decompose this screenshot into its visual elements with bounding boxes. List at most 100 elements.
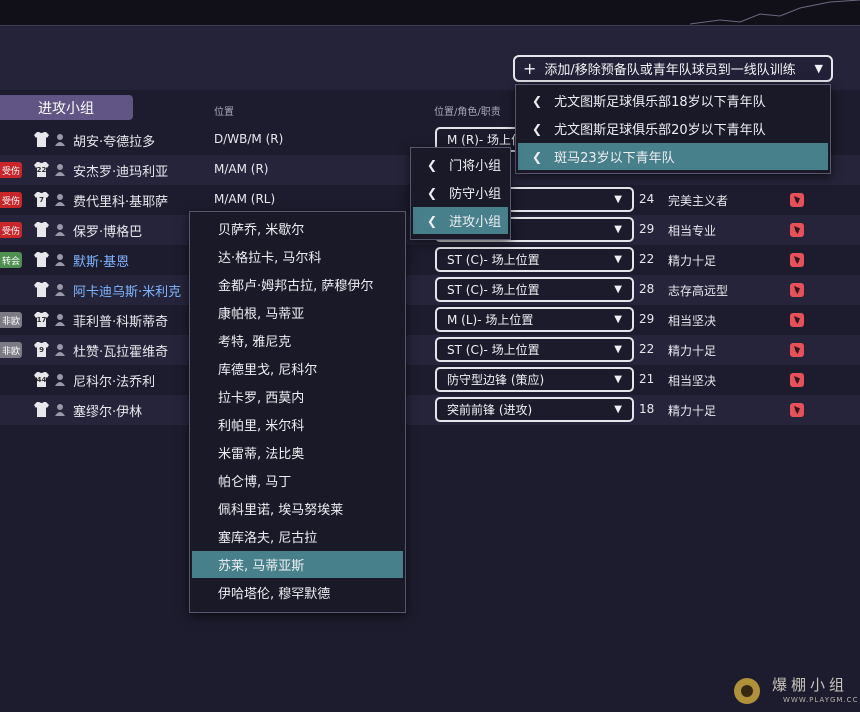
- player_menu-item[interactable]: 康帕根, 马蒂亚: [192, 299, 403, 326]
- plus-icon: +: [523, 58, 537, 78]
- player-personality: 精力十足: [668, 344, 717, 358]
- chevron-left-icon: ❮: [532, 93, 543, 108]
- header-graphic-icon: [690, 0, 860, 25]
- action-icon[interactable]: [790, 223, 804, 237]
- player-name[interactable]: 塞缪尔·伊林: [73, 401, 142, 420]
- chevron-down-icon: ▼: [614, 284, 622, 295]
- player_menu-item-label: 帕仑博, 马丁: [218, 475, 292, 490]
- unit_menu-item-label: 门将小组: [449, 159, 502, 174]
- player-row[interactable]: 阿卡迪乌斯·米利克 ST (C)- 场上位置 ▼ 28 志存高远型: [0, 275, 860, 305]
- person-icon: [55, 283, 65, 296]
- action-icon[interactable]: [790, 283, 804, 297]
- role-select[interactable]: M (L)- 场上位置 ▼: [435, 307, 634, 332]
- watermark-url: WWW.PLAYGM.CC: [783, 696, 859, 704]
- player-row[interactable]: 非欧 9 杜赞·瓦拉霍维奇 ST (C)- 场上位置 ▼ 22 精力十足: [0, 335, 860, 365]
- shirt-icon: [33, 131, 50, 148]
- player_menu-item[interactable]: 金都卢·姆邦古拉, 萨穆伊尔: [192, 271, 403, 298]
- status-badge: 受伤: [0, 222, 22, 238]
- top-bar: [0, 0, 860, 26]
- action-icon[interactable]: [790, 313, 804, 327]
- player-position: D/WB/M (R): [214, 132, 284, 146]
- role-select[interactable]: 突前前锋 (进攻) ▼: [435, 397, 634, 422]
- squad_menu-item[interactable]: ❮ 斑马23岁以下青年队: [518, 143, 828, 170]
- player-age: 22: [639, 342, 655, 356]
- unit-submenu: ❮ 门将小组 ❮ 防守小组 ❮ 进攻小组: [410, 147, 511, 240]
- player-row[interactable]: 非欧 17 菲利普·科斯蒂奇 M (L)- 场上位置 ▼ 29 相当坚决: [0, 305, 860, 335]
- group-tab[interactable]: 进攻小组: [0, 95, 133, 120]
- unit_menu-item[interactable]: ❮ 进攻小组: [413, 207, 508, 234]
- player-age: 29: [639, 312, 655, 326]
- squad_menu-item-label: 尤文图斯足球俱乐部18岁以下青年队: [554, 95, 766, 110]
- player_menu-item-label: 库德里戈, 尼科尔: [218, 363, 318, 378]
- player_menu-item[interactable]: 达·格拉卡, 马尔科: [192, 243, 403, 270]
- action-icon[interactable]: [790, 253, 804, 267]
- chevron-down-icon: ▼: [814, 62, 823, 75]
- person-icon: [55, 163, 65, 176]
- shirt-number: 44: [36, 376, 47, 384]
- role-select-label: 突前前锋 (进攻): [447, 403, 533, 417]
- player-name[interactable]: 阿卡迪乌斯·米利克: [73, 281, 181, 300]
- player-name[interactable]: 保罗·博格巴: [73, 221, 142, 240]
- role-select[interactable]: ST (C)- 场上位置 ▼: [435, 247, 634, 272]
- player-name[interactable]: 默斯·基恩: [73, 251, 129, 270]
- player-personality: 相当坚决: [668, 314, 717, 328]
- player_menu-item[interactable]: 塞库洛夫, 尼古拉: [192, 523, 403, 550]
- player_menu-item[interactable]: 库德里戈, 尼科尔: [192, 355, 403, 382]
- player-name[interactable]: 安杰罗·迪玛利亚: [73, 161, 168, 180]
- unit_menu-item-label: 防守小组: [449, 187, 502, 202]
- role-duty-column-header[interactable]: 位置/角色/职责: [434, 103, 501, 118]
- squad_menu-item[interactable]: ❮ 尤文图斯足球俱乐部20岁以下青年队: [518, 115, 828, 142]
- status-badge: 转会: [0, 252, 22, 268]
- role-select[interactable]: 防守型边锋 (策应) ▼: [435, 367, 634, 392]
- role-select[interactable]: ST (C)- 场上位置 ▼: [435, 277, 634, 302]
- player-submenu: 贝萨乔, 米歇尔 达·格拉卡, 马尔科 金都卢·姆邦古拉, 萨穆伊尔康帕根, 马蒂亚…: [189, 211, 406, 613]
- person-icon: [55, 223, 65, 236]
- player_menu-item-label: 考特, 雅尼克: [218, 335, 292, 350]
- player-name[interactable]: 胡安·夸德拉多: [73, 131, 155, 150]
- role-select[interactable]: ST (C)- 场上位置 ▼: [435, 337, 634, 362]
- player-name[interactable]: 杜赞·瓦拉霍维奇: [73, 341, 168, 360]
- player-age: 22: [639, 252, 655, 266]
- role-select-label: ST (C)- 场上位置: [447, 283, 540, 297]
- chevron-left-icon: ❮: [532, 121, 543, 136]
- player_menu-item-label: 苏莱, 马蒂亚斯: [218, 559, 305, 574]
- player_menu-item[interactable]: 伊哈塔伦, 穆罕默德: [192, 579, 403, 606]
- player-personality: 相当坚决: [668, 374, 717, 388]
- player-row[interactable]: 塞缪尔·伊林 突前前锋 (进攻) ▼ 18 精力十足: [0, 395, 860, 425]
- unit_menu-item[interactable]: ❮ 防守小组: [413, 179, 508, 206]
- chevron-left-icon: ❮: [427, 213, 438, 228]
- player-name[interactable]: 费代里科·基耶萨: [73, 191, 168, 210]
- add-remove-youth-button[interactable]: + 添加/移除预备队或青年队球员到一线队训练 ▼: [513, 55, 833, 82]
- watermark-text: 爆棚小组: [772, 676, 849, 694]
- unit_menu-item[interactable]: ❮ 门将小组: [413, 151, 508, 178]
- position-column-header[interactable]: 位置: [214, 103, 234, 118]
- action-icon[interactable]: [790, 373, 804, 387]
- player_menu-item[interactable]: 苏莱, 马蒂亚斯: [192, 551, 403, 578]
- player-age: 28: [639, 282, 655, 296]
- action-icon[interactable]: [790, 343, 804, 357]
- player_menu-item[interactable]: 帕仑博, 马丁: [192, 467, 403, 494]
- player-age: 18: [639, 402, 655, 416]
- shirt-icon: 44: [33, 371, 50, 388]
- player-row[interactable]: 44 尼科尔·法乔利 防守型边锋 (策应) ▼ 21 相当坚决: [0, 365, 860, 395]
- player-name[interactable]: 尼科尔·法乔利: [73, 371, 155, 390]
- person-icon: [55, 403, 65, 416]
- squad_menu-item[interactable]: ❮ 尤文图斯足球俱乐部18岁以下青年队: [518, 87, 828, 114]
- player_menu-item[interactable]: 佩科里诺, 埃马努埃莱: [192, 495, 403, 522]
- player_menu-item[interactable]: 利帕里, 米尔科: [192, 411, 403, 438]
- player-row[interactable]: 转会 默斯·基恩 ST (C)- 场上位置 ▼ 22 精力十足: [0, 245, 860, 275]
- player_menu-item[interactable]: 贝萨乔, 米歇尔: [192, 215, 403, 242]
- player-name[interactable]: 菲利普·科斯蒂奇: [73, 311, 168, 330]
- player_menu-item[interactable]: 拉卡罗, 西莫内: [192, 383, 403, 410]
- player_menu-item[interactable]: 米雷蒂, 法比奥: [192, 439, 403, 466]
- action-icon[interactable]: [790, 403, 804, 417]
- player_menu-item-label: 利帕里, 米尔科: [218, 419, 305, 434]
- action-icon[interactable]: [790, 193, 804, 207]
- shirt-icon: [33, 281, 50, 298]
- player_menu-item-label: 康帕根, 马蒂亚: [218, 307, 305, 322]
- chevron-left-icon: ❮: [427, 185, 438, 200]
- player_menu-item[interactable]: 考特, 雅尼克: [192, 327, 403, 354]
- player-position: M/AM (R): [214, 162, 269, 176]
- status-badge: 受伤: [0, 192, 22, 208]
- player_menu-item-label: 塞库洛夫, 尼古拉: [218, 531, 318, 546]
